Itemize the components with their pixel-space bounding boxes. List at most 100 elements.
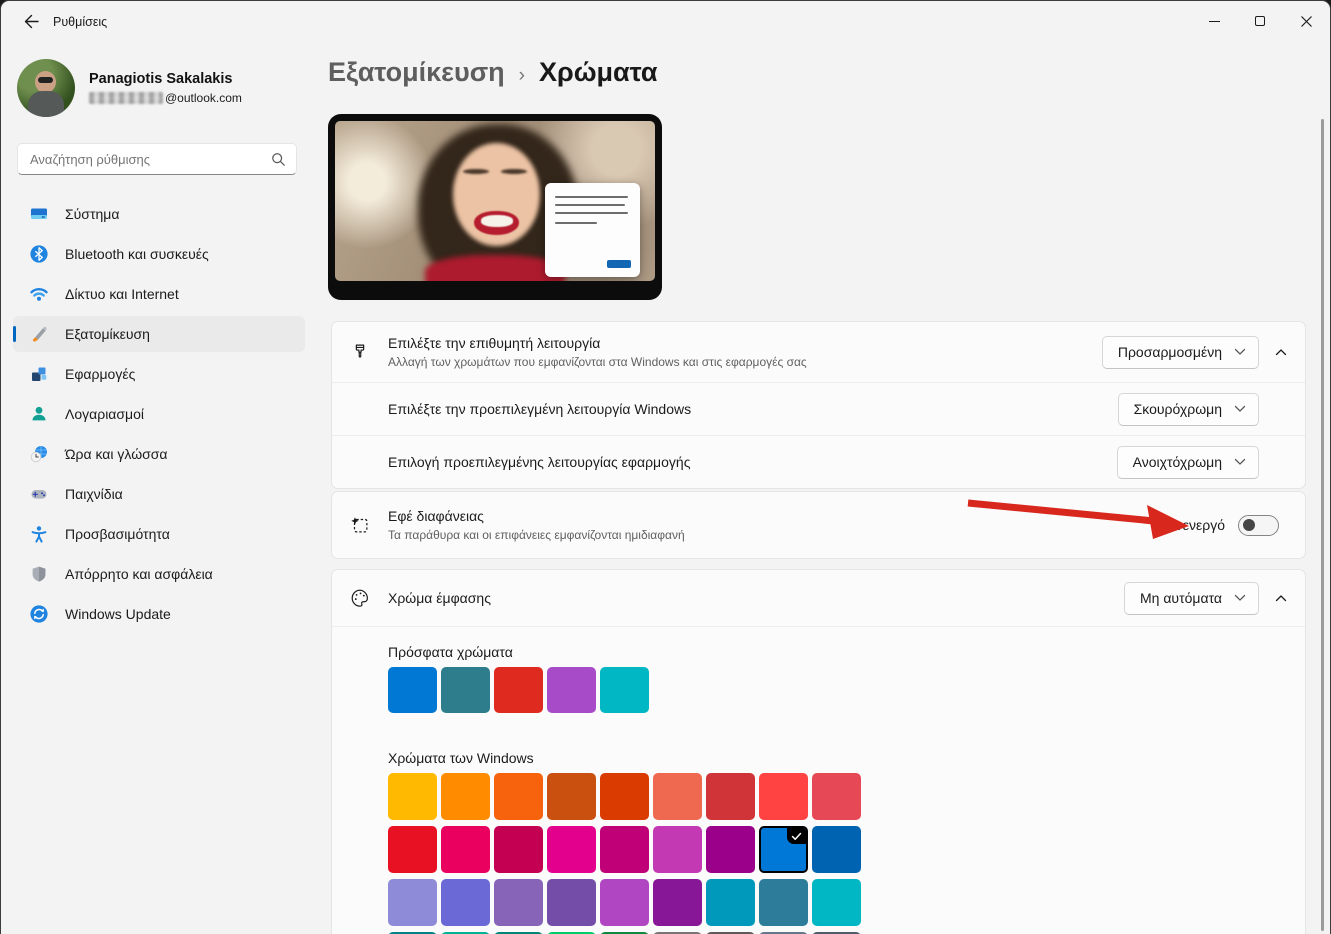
windows-color-swatch[interactable]	[441, 773, 490, 820]
mode-title: Επιλέξτε την επιθυμητή λειτουργία	[388, 335, 1086, 351]
windows-color-swatch[interactable]	[441, 826, 490, 873]
sidebar-item-label: Windows Update	[65, 606, 171, 622]
sidebar-item-label: Εξατομίκευση	[65, 326, 150, 342]
windows-color-swatch[interactable]	[706, 826, 755, 873]
sidebar-item-windows-update[interactable]: Windows Update	[13, 596, 305, 632]
recent-color-swatch[interactable]	[600, 667, 649, 713]
windows-color-swatch[interactable]	[600, 879, 649, 926]
windows-color-swatch[interactable]	[494, 773, 543, 820]
windows-colors-grid-row	[388, 879, 861, 926]
recent-colors-label: Πρόσφατα χρώματα	[388, 644, 513, 660]
avatar	[17, 59, 75, 117]
chevron-down-icon	[1234, 594, 1246, 602]
scrollbar-thumb[interactable]	[1321, 119, 1324, 931]
accent-color-card: Χρώμα έμφασης Μη αυτόματα Πρόσφατα χρώμα…	[331, 569, 1306, 934]
mode-row: Επιλέξτε την επιθυμητή λειτουργία Αλλαγή…	[332, 322, 1305, 382]
windows-color-swatch[interactable]	[706, 879, 755, 926]
minimize-icon	[1209, 21, 1220, 22]
chevron-down-icon	[1234, 405, 1246, 413]
transparency-icon	[332, 514, 388, 536]
sidebar-item-bluetooth[interactable]: Bluetooth και συσκευές	[13, 236, 305, 272]
windows-color-swatch[interactable]	[759, 879, 808, 926]
transparency-toggle[interactable]	[1238, 515, 1279, 536]
recent-color-swatch[interactable]	[441, 667, 490, 713]
accent-collapse-button[interactable]	[1267, 594, 1295, 602]
windows-color-swatch[interactable]	[547, 826, 596, 873]
windows-color-swatch[interactable]	[388, 879, 437, 926]
sidebar-item-label: Σύστημα	[65, 206, 119, 222]
toggle-knob	[1243, 519, 1255, 531]
recent-color-swatch[interactable]	[494, 667, 543, 713]
windows-color-swatch[interactable]	[812, 826, 861, 873]
windows-color-swatch[interactable]	[600, 773, 649, 820]
gaming-icon	[29, 484, 49, 504]
search-input[interactable]	[30, 152, 271, 167]
check-icon	[791, 832, 802, 841]
windows-colors-grid	[388, 773, 861, 934]
accent-row: Χρώμα έμφασης Μη αυτόματα	[332, 570, 1305, 626]
windows-color-swatch[interactable]	[494, 879, 543, 926]
windows-color-swatch[interactable]	[812, 879, 861, 926]
accessibility-icon	[29, 524, 49, 544]
email-domain: @outlook.com	[165, 91, 242, 105]
windows-color-swatch[interactable]	[388, 826, 437, 873]
sidebar-item-personalization[interactable]: Εξατομίκευση	[13, 316, 305, 352]
recent-color-swatch[interactable]	[547, 667, 596, 713]
accent-title: Χρώμα έμφασης	[388, 590, 1108, 606]
windows-mode-dropdown-value: Σκουρόχρωμη	[1134, 401, 1222, 417]
window-controls	[1191, 2, 1329, 40]
recent-colors-row	[388, 667, 649, 713]
windows-color-swatch[interactable]	[653, 773, 702, 820]
windows-mode-dropdown[interactable]: Σκουρόχρωμη	[1118, 393, 1259, 426]
windows-color-swatch[interactable]	[706, 773, 755, 820]
sidebar-item-label: Παιχνίδια	[65, 486, 123, 502]
mode-dropdown[interactable]: Προσαρμοσμένη	[1102, 336, 1259, 369]
sidebar-item-apps[interactable]: Εφαρμογές	[13, 356, 305, 392]
back-button[interactable]	[13, 6, 49, 36]
sidebar-item-accessibility[interactable]: Προσβασιμότητα	[13, 516, 305, 552]
sidebar-item-privacy[interactable]: Απόρρητο και ασφάλεια	[13, 556, 305, 592]
mode-collapse-button[interactable]	[1267, 348, 1295, 356]
sidebar-item-label: Εφαρμογές	[65, 366, 135, 382]
recent-color-swatch[interactable]	[388, 667, 437, 713]
app-mode-dropdown-value: Ανοιχτόχρωμη	[1133, 454, 1222, 470]
windows-color-swatch[interactable]	[812, 773, 861, 820]
user-profile[interactable]: Panagiotis Sakalakis @outlook.com	[17, 59, 242, 117]
sidebar-item-label: Δίκτυο και Internet	[65, 286, 179, 302]
windows-colors-label: Χρώματα των Windows	[388, 750, 534, 766]
windows-color-swatch[interactable]	[653, 826, 702, 873]
chevron-up-icon	[1275, 348, 1287, 356]
maximize-button[interactable]	[1237, 2, 1283, 40]
sidebar-item-network[interactable]: Δίκτυο και Internet	[13, 276, 305, 312]
sidebar-item-system[interactable]: Σύστημα	[13, 196, 305, 232]
breadcrumb-parent[interactable]: Εξατομίκευση	[328, 57, 505, 88]
theme-preview-image	[335, 121, 655, 281]
app-mode-dropdown[interactable]: Ανοιχτόχρωμη	[1117, 446, 1259, 479]
app-mode-row: Επιλογή προεπιλεγμένης λειτουργίας εφαρμ…	[332, 435, 1305, 488]
windows-mode-title: Επιλέξτε την προεπιλεγμένη λειτουργία Wi…	[388, 401, 1102, 417]
blurred-email-segment	[89, 92, 163, 104]
windows-color-swatch[interactable]	[547, 879, 596, 926]
sidebar-item-gaming[interactable]: Παιχνίδια	[13, 476, 305, 512]
windows-color-swatch-selected[interactable]	[759, 826, 808, 873]
brush-icon	[332, 341, 388, 363]
window-title: Ρυθμίσεις	[53, 1, 107, 43]
sidebar-item-label: Απόρρητο και ασφάλεια	[65, 566, 213, 582]
windows-color-swatch[interactable]	[494, 826, 543, 873]
accent-dropdown-value: Μη αυτόματα	[1140, 590, 1222, 606]
search-icon	[271, 152, 286, 167]
close-icon	[1300, 15, 1313, 28]
windows-color-swatch[interactable]	[441, 879, 490, 926]
windows-color-swatch[interactable]	[547, 773, 596, 820]
windows-color-swatch[interactable]	[600, 826, 649, 873]
close-button[interactable]	[1283, 2, 1329, 40]
windows-color-swatch[interactable]	[388, 773, 437, 820]
windows-color-swatch[interactable]	[653, 879, 702, 926]
sidebar-item-time-language[interactable]: Ώρα και γλώσσα	[13, 436, 305, 472]
page-title: Χρώματα	[539, 57, 658, 88]
breadcrumb: Εξατομίκευση › Χρώματα	[328, 57, 658, 88]
sidebar-item-accounts[interactable]: Λογαριασμοί	[13, 396, 305, 432]
windows-color-swatch[interactable]	[759, 773, 808, 820]
minimize-button[interactable]	[1191, 2, 1237, 40]
accent-dropdown[interactable]: Μη αυτόματα	[1124, 582, 1259, 615]
